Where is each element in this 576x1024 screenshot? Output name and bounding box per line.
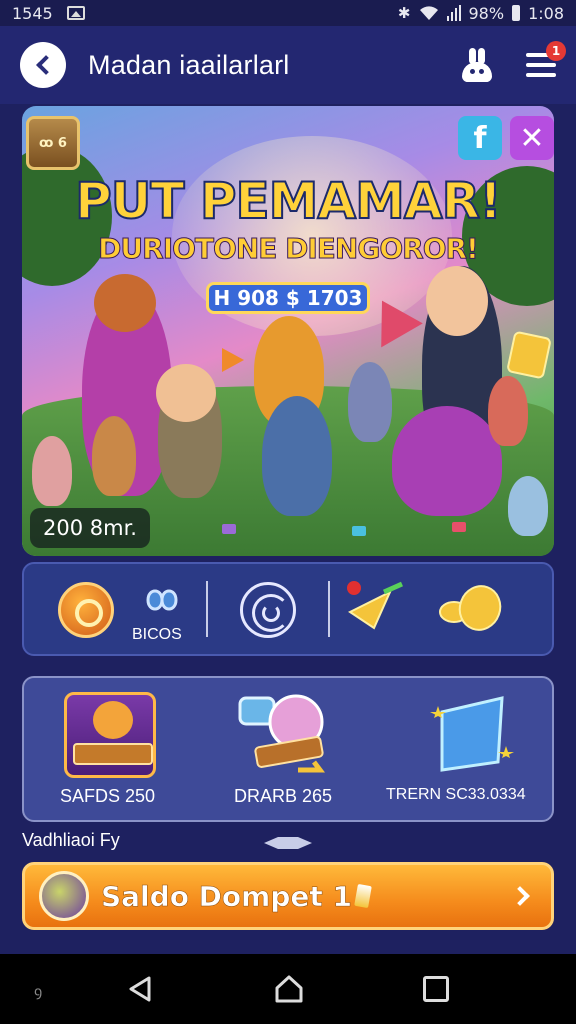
spiral-icon (240, 582, 296, 638)
bluetooth-icon: ✱ (397, 4, 411, 22)
share-icon: f (473, 120, 487, 156)
status-bar: 1545 ✱ 98% 1:08 (0, 0, 576, 26)
signal-icon (446, 5, 461, 21)
amount-chip: 200 8mr. (30, 508, 150, 548)
feature-arrow[interactable] (330, 564, 426, 654)
purple-cat-character (392, 406, 502, 516)
crystal-icon (430, 696, 514, 772)
promo-code-pill: H 908 $ 1703 (206, 282, 370, 314)
wifi-icon (419, 6, 438, 20)
battery-icon (512, 5, 521, 21)
notification-badge: 1 (546, 41, 566, 61)
rewards-panel: SAFDS 250 DRARB 265 TRERN SC33.0334 (22, 676, 554, 822)
accessibility-icon[interactable]: ꝯ (34, 982, 42, 1001)
app-header: Madan iaailarlarl 1 (0, 26, 576, 104)
menu-button[interactable]: 1 (526, 41, 566, 77)
battery-percent: 98% (468, 3, 505, 23)
gold-coins-icon (439, 585, 502, 631)
reward-item-trern[interactable]: TRERN SC33.0334 (24, 678, 556, 824)
coin-icon (58, 582, 114, 638)
man-head (426, 266, 488, 336)
promo-subtitle: DURIOTONE DIENGOROR! (98, 232, 480, 266)
close-icon: ✕ (519, 120, 545, 156)
gold-tile-icon (506, 330, 552, 380)
chevron-left-icon (36, 55, 56, 75)
gem-decoration (352, 526, 366, 536)
feature-spiral[interactable] (208, 564, 328, 654)
chevron-right-icon (510, 886, 530, 906)
ribbon-icon (146, 589, 178, 611)
gallery-notification-icon (66, 6, 85, 20)
cta-label: Saldo Dompet 1 (101, 879, 353, 913)
gem-decoration (452, 522, 466, 532)
wallet-balance-button[interactable]: Saldo Dompet 1 (22, 862, 554, 930)
feature-bicos[interactable]: BICOS (122, 564, 206, 654)
boy-head (156, 364, 216, 422)
arrow-star-icon (347, 581, 404, 630)
nav-home-icon[interactable] (273, 974, 305, 1004)
villain-head (94, 274, 156, 332)
feature-row: BICOS (22, 562, 554, 656)
knight-character (262, 396, 332, 516)
nav-recents-icon[interactable] (423, 976, 449, 1002)
nav-back-icon[interactable] (127, 975, 155, 1003)
share-button[interactable]: f (458, 116, 502, 160)
back-button[interactable] (20, 42, 66, 88)
promo-banner[interactable]: ꝏ 6 f ✕ PUT PEMAMAR! DURIOTONE DIENGOROR… (22, 106, 554, 556)
bunny-profile-icon[interactable] (458, 46, 496, 84)
treasure-chest-icon[interactable]: ꝏ 6 (26, 116, 80, 170)
system-nav-bar: ꝯ (0, 954, 576, 1024)
creature-character (508, 476, 548, 536)
status-clock: 1:08 (528, 3, 564, 23)
drag-handle-icon[interactable] (264, 836, 312, 850)
page-title: Madan iaailarlarl (88, 49, 290, 80)
crystal-small-icon (354, 883, 372, 909)
kid-character-right (488, 376, 528, 446)
promo-title: PUT PEMAMAR! (74, 171, 503, 231)
kid-character-left (32, 436, 72, 506)
wallet-icon (39, 871, 89, 921)
close-button[interactable]: ✕ (510, 116, 554, 160)
imp-character (348, 362, 392, 442)
flag-icon (222, 348, 244, 372)
gem-decoration (222, 524, 236, 534)
kid-character-small (92, 416, 136, 496)
feature-gold[interactable] (426, 564, 526, 654)
status-time: 1545 (12, 3, 53, 23)
feature-label-bicos: BICOS (132, 626, 182, 643)
reward-label: TRERN SC33.0334 (386, 786, 526, 803)
section-label: Vadhliaoi Fy (22, 830, 120, 850)
feature-coin[interactable] (24, 564, 122, 654)
